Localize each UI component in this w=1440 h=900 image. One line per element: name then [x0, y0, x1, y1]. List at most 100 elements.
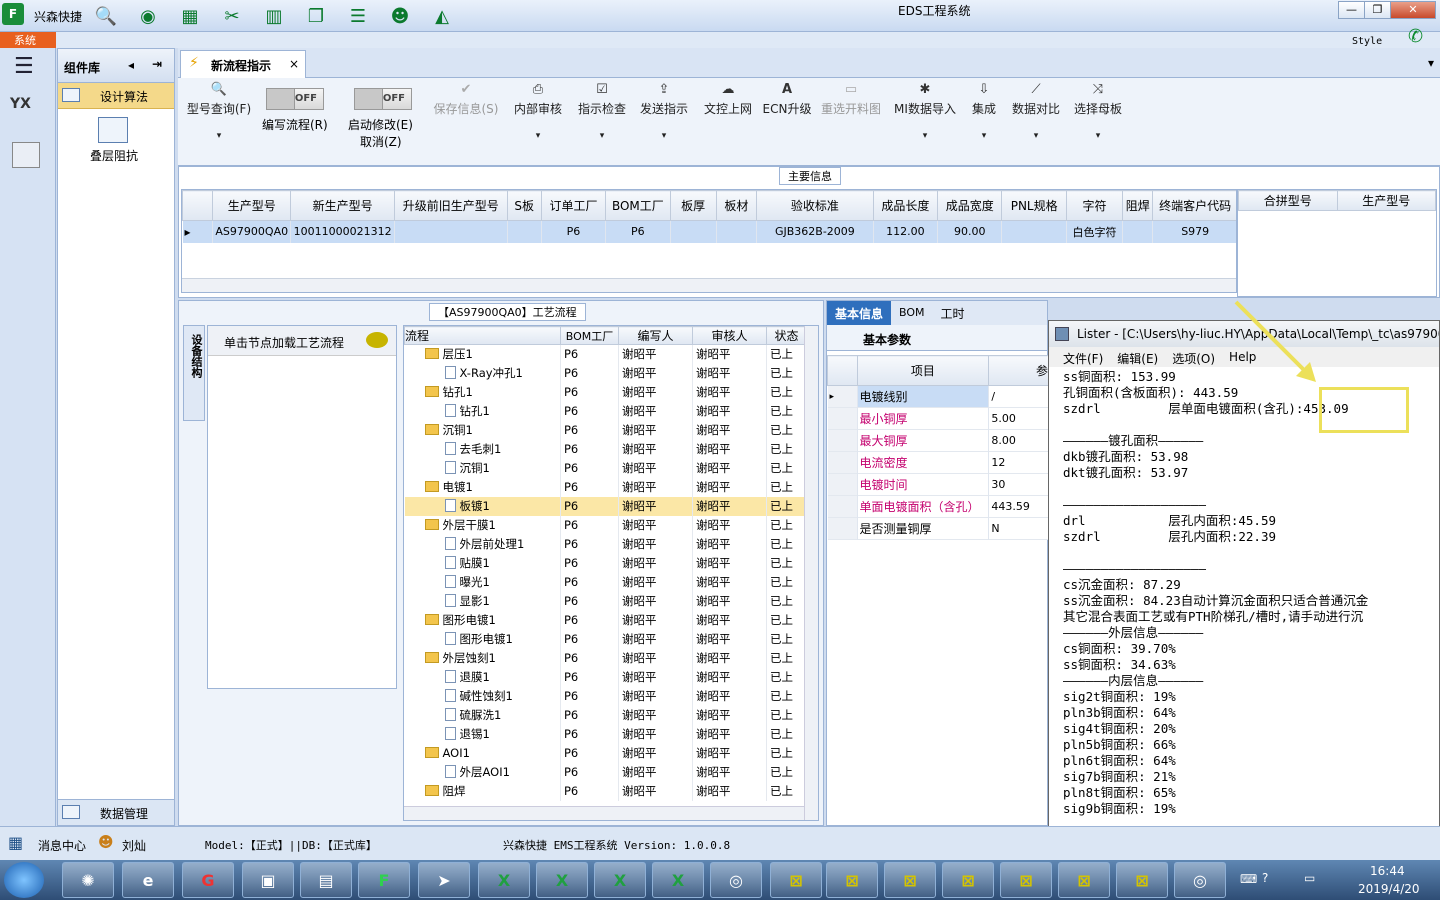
param-value[interactable]: 12 — [988, 451, 1049, 474]
save-info-button[interactable]: ✔ 保存信息(S) — [430, 82, 502, 117]
tree-row[interactable]: X-Ray冲孔1 P6 谢昭平 谢昭平 已上 — [404, 363, 807, 383]
excel-icon[interactable]: X — [594, 862, 646, 898]
tree-row[interactable]: 退锡1 P6 谢昭平 谢昭平 已上 — [404, 724, 807, 744]
cad-window-icon[interactable]: ⊠ — [1000, 862, 1052, 898]
cad-window-icon[interactable]: ⊠ — [884, 862, 936, 898]
scanner-icon[interactable]: ▤ — [300, 862, 352, 898]
tree-row[interactable]: 阻焊 P6 谢昭平 谢昭平 已上 — [404, 781, 807, 801]
column-header[interactable]: 验收标准 — [756, 190, 874, 221]
param-value[interactable]: 5.00 — [988, 407, 1049, 430]
calculator-icon[interactable] — [12, 142, 40, 168]
save-disk-icon[interactable]: ▣ — [242, 862, 294, 898]
integrate-button[interactable]: ⇩ 集成 ▾ — [966, 82, 1002, 141]
tree-row[interactable]: 曝光1 P6 谢昭平 谢昭平 已上 — [404, 572, 807, 592]
copy-icon[interactable]: ❐ — [302, 2, 330, 30]
mi-import-button[interactable]: ✱ MI数据导入 ▾ — [892, 82, 958, 141]
column-header[interactable]: 新生产型号 — [290, 190, 395, 221]
messenger-icon[interactable]: ➤ — [418, 862, 470, 898]
col-production-model[interactable]: 生产型号 — [1336, 190, 1436, 211]
start-button[interactable] — [4, 862, 44, 898]
tree-row[interactable]: 外层蚀刻1 P6 谢昭平 谢昭平 已上 — [404, 648, 807, 668]
column-header[interactable]: 项目 — [856, 355, 990, 386]
column-header[interactable]: S板 — [506, 190, 542, 221]
vertical-scrollbar[interactable] — [804, 326, 818, 820]
chart-icon[interactable]: ◭ — [428, 2, 456, 30]
tab-dropdown-icon[interactable]: ▾ — [1428, 56, 1434, 70]
col-merge-model[interactable]: 合拼型号 — [1238, 190, 1338, 211]
column-header[interactable]: BOM工厂 — [560, 326, 619, 345]
column-header[interactable]: 阻焊 — [1122, 190, 1154, 221]
tree-row[interactable]: 外层干膜1 P6 谢昭平 谢昭平 已上 — [404, 515, 807, 535]
tree-row[interactable]: 沉铜1 P6 谢昭平 谢昭平 已上 — [404, 420, 807, 440]
tree-row[interactable]: 钻孔1 P6 谢昭平 谢昭平 已上 — [404, 401, 807, 421]
side-logo-icon[interactable]: YX — [10, 96, 31, 112]
param-value[interactable]: / — [988, 385, 1049, 408]
tray-network-icon[interactable]: ▭ — [1304, 871, 1315, 885]
table-cell[interactable]: P6 — [605, 220, 671, 243]
cad-window-icon[interactable]: ⊠ — [826, 862, 878, 898]
tree-row[interactable]: 去毛刺1 P6 谢昭平 谢昭平 已上 — [404, 439, 807, 459]
cad-window-icon[interactable]: ⊠ — [1058, 862, 1110, 898]
basic-params-tab[interactable]: 基本参数 — [827, 325, 1047, 351]
menu-icon[interactable]: ☰ — [14, 54, 34, 79]
write-flow-toggle[interactable]: OFF — [266, 88, 324, 110]
table-cell[interactable]: 白色字符 — [1066, 220, 1124, 243]
table-cell[interactable] — [507, 220, 542, 243]
tray-keyboard-icon[interactable]: ⌨ — [1240, 872, 1257, 886]
tab-work-hours[interactable]: 工时 — [933, 301, 973, 325]
browser-icon[interactable]: e — [122, 862, 174, 898]
menu-file[interactable]: 文件(F) — [1063, 350, 1103, 367]
table-cell[interactable] — [716, 220, 758, 243]
doc-control-button[interactable]: ☁ 文控上网 — [700, 82, 756, 117]
globe-icon[interactable]: ◉ — [134, 2, 162, 30]
tree-row[interactable]: AOI1 P6 谢昭平 谢昭平 已上 — [404, 743, 807, 763]
stack-impedance-item[interactable]: 叠层阻抗 — [58, 109, 174, 169]
tree-row[interactable]: 碱性蚀刻1 P6 谢昭平 谢昭平 已上 — [404, 686, 807, 706]
table-row[interactable]: ▸ AS97900QA0 10011000021312 P6 P6 GJB362B-200… — [182, 220, 1236, 243]
pin-icon[interactable]: ⇥ — [152, 57, 162, 71]
lister-content[interactable]: ss铜面积: 153.99 孔铜面积(含板面积): 443.59 szdrl 层… — [1049, 367, 1439, 883]
grid-icon[interactable]: ▦ — [176, 2, 204, 30]
param-row[interactable]: 最大铜厚 8.00 — [827, 429, 1049, 452]
data-management-item[interactable]: 数据管理 — [58, 799, 174, 825]
column-header[interactable]: 板材 — [715, 190, 758, 221]
close-tab-icon[interactable]: × — [289, 57, 299, 71]
instruction-check-button[interactable]: ☑ 指示检查 ▾ — [574, 82, 630, 141]
tree-row[interactable]: 沉铜1 P6 谢昭平 谢昭平 已上 — [404, 458, 807, 478]
table-cell[interactable] — [1001, 220, 1067, 243]
tree-row[interactable]: 退膜1 P6 谢昭平 谢昭平 已上 — [404, 667, 807, 687]
param-value[interactable]: 443.59 — [988, 495, 1049, 518]
table-cell[interactable]: AS97900QA0 — [212, 220, 292, 243]
excel-icon[interactable]: X — [652, 862, 704, 898]
column-header[interactable]: BOM工厂 — [605, 190, 671, 221]
column-header[interactable]: 状态 — [766, 326, 807, 345]
cad-window-icon[interactable]: ⊠ — [770, 862, 822, 898]
menu-options[interactable]: 选项(O) — [1172, 350, 1215, 367]
message-center[interactable]: 消息中心 — [38, 837, 86, 854]
data-compare-button[interactable]: ⟋ 数据对比 ▾ — [1008, 82, 1064, 141]
tree-row[interactable]: 图形电镀1 P6 谢昭平 谢昭平 已上 — [404, 610, 807, 630]
excel-icon[interactable]: X — [536, 862, 588, 898]
table-cell[interactable]: GJB362B-2009 — [756, 220, 874, 243]
table-cell[interactable]: P6 — [541, 220, 607, 243]
restore-button[interactable]: ❐ — [1364, 1, 1391, 19]
start-modify-toggle[interactable]: OFF — [354, 88, 412, 110]
column-header[interactable]: 订单工厂 — [540, 190, 607, 221]
table-cell[interactable] — [670, 220, 717, 243]
column-header[interactable]: 板厚 — [669, 190, 717, 221]
table-cell[interactable]: 112.00 — [873, 220, 939, 243]
column-header[interactable]: 流程 — [404, 326, 561, 345]
tab-bom[interactable]: BOM — [891, 301, 933, 325]
cad-window-icon[interactable]: ⊠ — [942, 862, 994, 898]
select-mother-board-button[interactable]: ⤨ 选择母板 ▾ — [1070, 82, 1126, 141]
tree-row[interactable]: 图形电镀1 P6 谢昭平 谢昭平 已上 — [404, 629, 807, 649]
tree-row[interactable]: 层压1 P6 谢昭平 谢昭平 已上 — [404, 344, 807, 364]
param-row[interactable]: 最小铜厚 5.00 — [827, 407, 1049, 430]
film-icon[interactable]: ▥ — [260, 2, 288, 30]
tree-row[interactable]: 贴膜1 P6 谢昭平 谢昭平 已上 — [404, 553, 807, 573]
system-tab[interactable]: 系统 — [0, 32, 56, 48]
column-header[interactable]: 升级前旧生产型号 — [393, 190, 508, 221]
param-row[interactable]: 是否测量铜厚 N — [827, 517, 1049, 540]
viewer-icon[interactable]: ◎ — [1174, 862, 1226, 898]
column-header[interactable]: 成品宽度 — [937, 190, 1003, 221]
